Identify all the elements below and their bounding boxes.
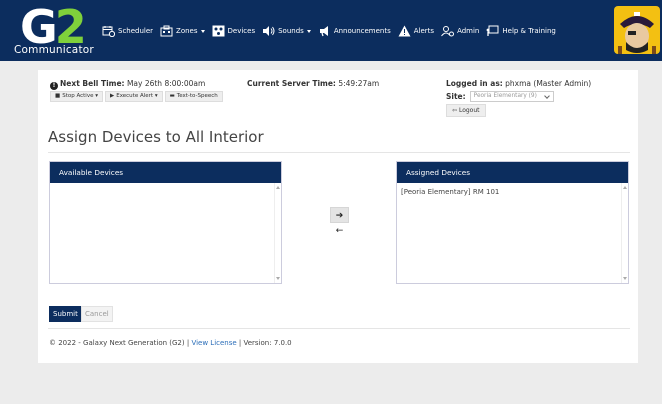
- nav-label: Sounds: [278, 27, 304, 35]
- nav-alerts[interactable]: Alerts: [398, 25, 434, 37]
- bell-actions: ■ Stop Active ▾ ▶ Execute Alert ▾ ▬ Text-to…: [50, 91, 225, 102]
- move-to-available-button[interactable]: ←: [330, 223, 349, 239]
- devices-icon: [212, 25, 225, 37]
- main-content: ! Next Bell Time: May 26th 8:00:00am ■ Sto…: [38, 70, 638, 363]
- list-item[interactable]: [Peoria Elementary] RM 101: [401, 188, 624, 196]
- warning-icon: [398, 25, 411, 37]
- chevron-down-icon: [306, 29, 311, 33]
- text-to-speech-button[interactable]: ▬ Text-to-Speech: [164, 91, 223, 102]
- logout-button[interactable]: ⇦ Logout: [446, 104, 486, 117]
- nav-label: Alerts: [413, 27, 435, 35]
- scroll-up-icon: [623, 186, 627, 189]
- scroll-up-icon: [276, 186, 280, 189]
- info-icon: !: [50, 82, 58, 90]
- scroll-down-icon: [276, 277, 280, 280]
- copyright-text: © 2022 - Galaxy Next Generation (G2) |: [49, 339, 190, 347]
- nav-label: Admin: [457, 27, 480, 35]
- megaphone-icon: [319, 26, 328, 37]
- users-gear-icon: [441, 26, 455, 37]
- nav-help-training[interactable]: Help & Training: [486, 25, 556, 37]
- nav-announcements[interactable]: Announcements: [318, 25, 391, 37]
- cancel-button[interactable]: Cancel: [81, 306, 113, 322]
- available-devices-list[interactable]: [50, 183, 281, 283]
- stop-icon: ■: [55, 93, 61, 99]
- site-selector-row: Site: Peoria Elementary (9): [446, 91, 554, 102]
- speaker-icon: [263, 26, 275, 36]
- g2-logo[interactable]: G2 Communicator: [14, 4, 104, 56]
- chevron-down-icon: [543, 93, 550, 99]
- available-devices-header: Available Devices: [50, 162, 281, 183]
- logged-in-user: Logged in as: phxma (Master Admin): [446, 79, 592, 88]
- view-license-link[interactable]: View License: [191, 339, 236, 347]
- calendar-clock-icon: [102, 26, 115, 37]
- chevron-down-icon: ▾: [95, 93, 98, 99]
- school-mascot-logo: [614, 6, 660, 54]
- divider: [48, 328, 630, 329]
- chevron-down-icon: ▾: [154, 93, 158, 99]
- building-icon: [160, 25, 173, 37]
- assigned-devices-header: Assigned Devices: [397, 162, 628, 183]
- submit-button[interactable]: Submit: [49, 306, 82, 322]
- available-scrollbar[interactable]: [274, 183, 281, 283]
- nav-label: Help & Training: [502, 27, 556, 35]
- nav-admin[interactable]: Admin: [441, 25, 479, 37]
- nav-label: Zones: [176, 27, 198, 35]
- logo-subtitle: Communicator: [14, 44, 94, 56]
- chevron-down-icon: [200, 29, 205, 33]
- help-board-icon: [486, 25, 499, 36]
- available-devices-panel: Available Devices: [49, 161, 282, 284]
- nav-zones[interactable]: Zones: [160, 25, 205, 37]
- keyboard-icon: ▬: [169, 93, 175, 99]
- nav-scheduler[interactable]: Scheduler: [102, 25, 153, 37]
- top-navbar: G2 Communicator Scheduler Zones Devices …: [0, 0, 662, 61]
- nav-label: Announcements: [333, 27, 391, 35]
- main-nav: Scheduler Zones Devices Sounds Announcem…: [102, 22, 563, 40]
- footer: © 2022 - Galaxy Next Generation (G2) | V…: [49, 339, 292, 347]
- version-text: | Version: 7.0.0: [238, 339, 292, 347]
- logout-icon: ⇦: [452, 107, 458, 114]
- site-select[interactable]: Peoria Elementary (9): [469, 91, 554, 102]
- move-to-assigned-button[interactable]: ➔: [330, 207, 349, 223]
- assigned-devices-panel: Assigned Devices [Peoria Elementary] RM …: [396, 161, 629, 284]
- nav-label: Devices: [227, 27, 256, 35]
- assigned-devices-list[interactable]: [Peoria Elementary] RM 101: [397, 183, 628, 283]
- page-title: Assign Devices to All Interior: [48, 128, 264, 146]
- next-bell-time: ! Next Bell Time: May 26th 8:00:00am: [50, 79, 205, 90]
- nav-devices[interactable]: Devices: [212, 25, 256, 37]
- scroll-down-icon: [623, 277, 627, 280]
- nav-sounds[interactable]: Sounds: [262, 25, 311, 37]
- nav-label: Scheduler: [118, 27, 154, 35]
- divider: [48, 152, 630, 153]
- assigned-scrollbar[interactable]: [621, 183, 628, 283]
- pirate-mascot-icon: [618, 12, 656, 54]
- execute-alert-button[interactable]: ▶ Execute Alert ▾: [104, 91, 163, 102]
- stop-active-button[interactable]: ■ Stop Active ▾: [50, 91, 103, 102]
- server-time: Current Server Time: 5:49:27am: [247, 79, 380, 88]
- play-icon: ▶: [109, 93, 115, 99]
